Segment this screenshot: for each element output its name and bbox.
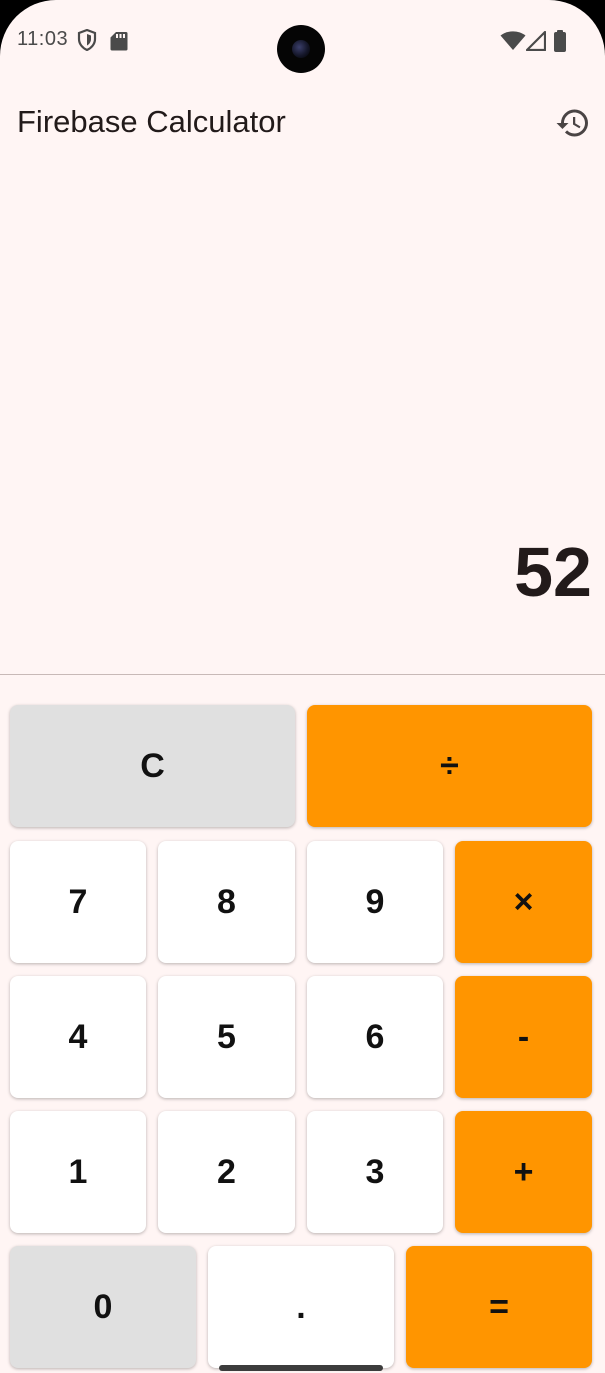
digit-6-button[interactable]: 6 (307, 976, 443, 1098)
equals-button[interactable]: = (406, 1246, 592, 1368)
app-title: Firebase Calculator (17, 104, 286, 139)
subtract-button[interactable]: - (455, 976, 592, 1098)
decimal-button[interactable]: . (208, 1246, 394, 1368)
cellular-signal-icon (526, 31, 546, 51)
digit-9-button[interactable]: 9 (307, 841, 443, 963)
digit-3-button[interactable]: 3 (307, 1111, 443, 1233)
sd-card-icon (110, 32, 128, 51)
display-value: 52 (514, 533, 592, 611)
digit-8-button[interactable]: 8 (158, 841, 295, 963)
divide-button[interactable]: ÷ (307, 705, 592, 827)
clear-button[interactable]: C (10, 705, 295, 827)
digit-1-button[interactable]: 1 (10, 1111, 146, 1233)
calculator-screen: 11:03 Firebase Calculator 52 C ÷ 7 8 9 ×… (0, 0, 605, 1373)
digit-4-button[interactable]: 4 (10, 976, 146, 1098)
add-button[interactable]: + (455, 1111, 592, 1233)
digit-7-button[interactable]: 7 (10, 841, 146, 963)
shield-icon (77, 29, 97, 51)
display-divider (0, 674, 605, 675)
digit-2-button[interactable]: 2 (158, 1111, 295, 1233)
battery-icon (554, 30, 566, 52)
history-icon (556, 109, 588, 137)
status-bar: 11:03 (0, 0, 605, 82)
digit-0-button[interactable]: 0 (10, 1246, 196, 1368)
front-camera (277, 25, 325, 73)
home-indicator[interactable] (219, 1365, 383, 1371)
digit-5-button[interactable]: 5 (158, 976, 295, 1098)
status-time: 11:03 (17, 28, 69, 50)
history-button[interactable] (553, 103, 593, 143)
wifi-icon (500, 31, 526, 50)
multiply-button[interactable]: × (455, 841, 592, 963)
